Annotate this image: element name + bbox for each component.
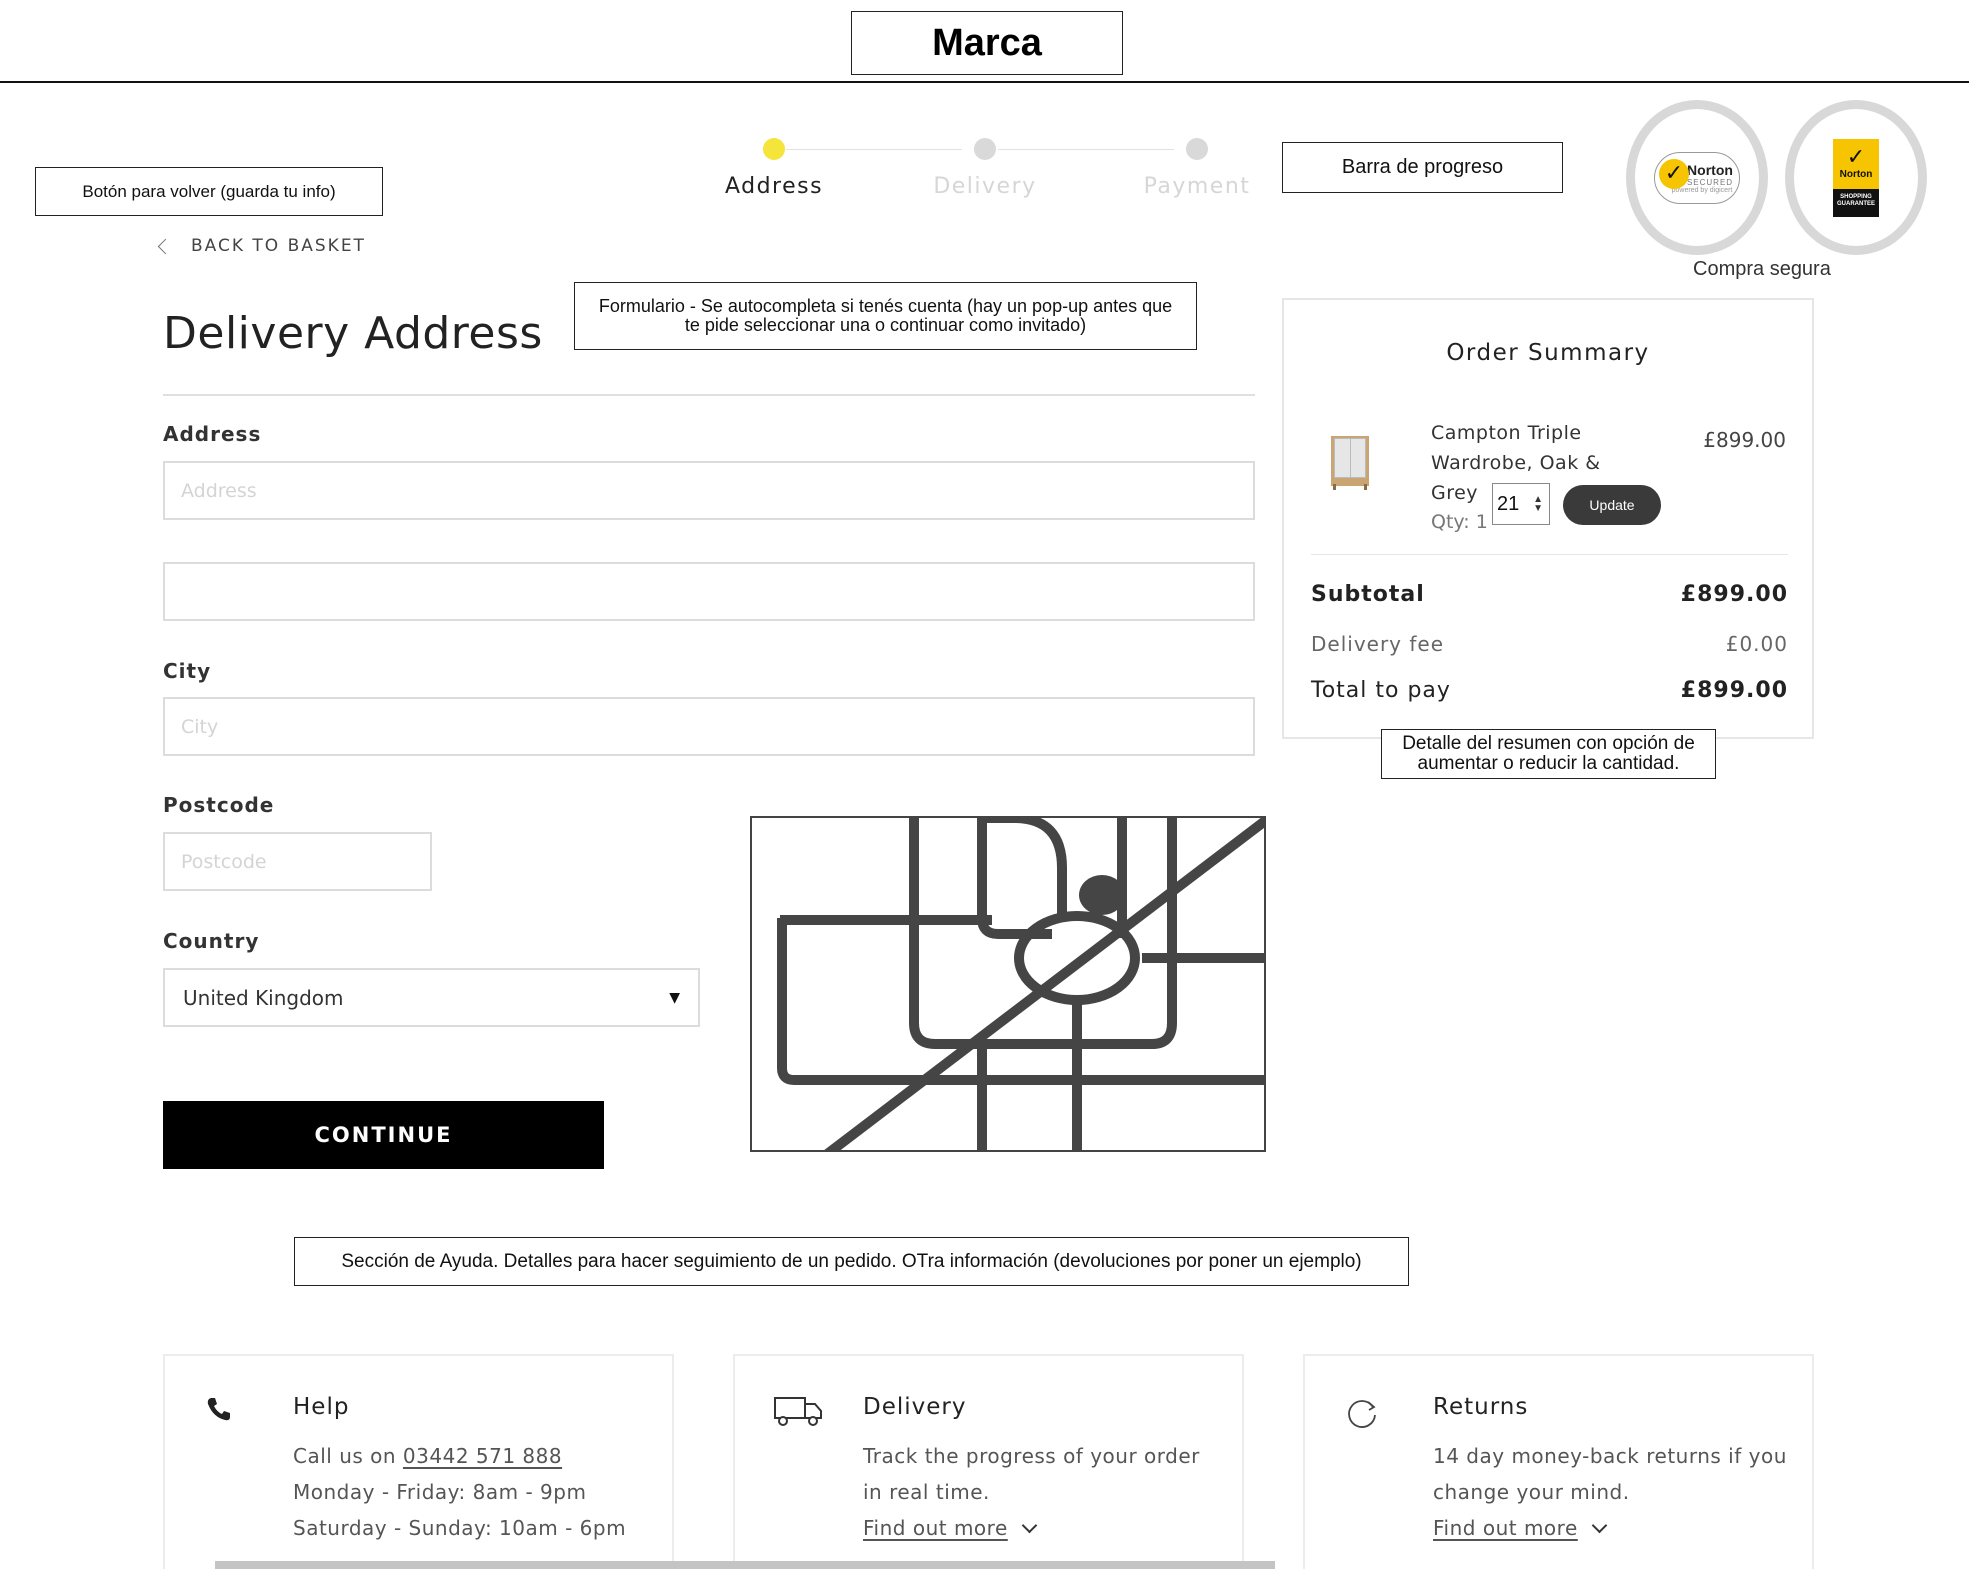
quantity-stepper[interactable]: 21 ▲ ▼	[1492, 483, 1550, 525]
delivery-find-out-more-link[interactable]: Find out more	[863, 1516, 1008, 1540]
product-price: £899.00	[1703, 428, 1786, 452]
continue-button[interactable]: CONTINUE	[163, 1101, 604, 1169]
progress-step-payment: Payment	[1132, 138, 1262, 199]
map-pin-icon	[1079, 875, 1125, 915]
map-widget[interactable]	[750, 816, 1266, 1152]
norton-guarantee-badge[interactable]: ✓ Norton SHOPPING GUARANTEE	[1785, 100, 1927, 255]
badge-name: Norton	[1839, 169, 1873, 180]
progress-dot	[1186, 138, 1208, 160]
product-thumbnail[interactable]	[1331, 436, 1369, 490]
progress-step-delivery: Delivery	[920, 138, 1050, 199]
back-to-basket-label: BACK TO BASKET	[191, 236, 366, 256]
form-divider	[163, 394, 1255, 396]
horizontal-scrollbar[interactable]	[215, 1561, 1275, 1569]
subtotal-label: Subtotal	[1311, 582, 1425, 607]
help-body: Call us on 03442 571 888 Monday - Friday…	[293, 1438, 653, 1546]
check-icon: ✓	[1659, 158, 1689, 189]
map-illustration	[777, 818, 1264, 1150]
header-divider	[0, 81, 1969, 83]
returns-body-text: 14 day money-back returns if you change …	[1433, 1444, 1787, 1504]
update-quantity-button[interactable]: Update	[1563, 485, 1661, 525]
subtotal-row: Subtotal £899.00	[1311, 582, 1788, 607]
badge-name: Norton	[1687, 161, 1733, 178]
progress-label: Payment	[1143, 174, 1251, 199]
back-to-basket-link[interactable]: BACK TO BASKET	[157, 236, 366, 256]
order-summary-title: Order Summary	[1446, 340, 1650, 366]
chevron-left-icon	[157, 238, 174, 255]
phone-icon	[207, 1398, 230, 1421]
annotation-form: Formulario - Se autocompleta si tenés cu…	[574, 282, 1197, 350]
returns-title: Returns	[1433, 1394, 1529, 1420]
page-title: Delivery Address	[163, 308, 543, 359]
total-value: £899.00	[1680, 678, 1788, 703]
progress-step-address: Address	[709, 138, 839, 199]
delivery-fee-label: Delivery fee	[1311, 632, 1445, 656]
delivery-title: Delivery	[863, 1394, 967, 1420]
returns-find-out-more-link[interactable]: Find out more	[1433, 1516, 1578, 1540]
city-label: City	[163, 659, 212, 683]
country-value: United Kingdom	[183, 985, 344, 1010]
chevron-down-icon[interactable]	[1591, 1517, 1608, 1534]
delivery-card: Delivery Track the progress of your orde…	[733, 1354, 1244, 1569]
delivery-fee-row: Delivery fee £0.00	[1311, 632, 1788, 656]
city-input[interactable]	[163, 697, 1255, 756]
summary-divider	[1311, 554, 1788, 555]
country-select[interactable]: United Kingdom ▼	[163, 968, 700, 1027]
truck-icon	[774, 1397, 822, 1426]
help-card: Help Call us on 03442 571 888 Monday - F…	[163, 1354, 674, 1569]
progress-label: Address	[724, 174, 824, 199]
progress-dot	[974, 138, 996, 160]
refresh-icon	[1348, 1400, 1376, 1428]
subtotal-value: £899.00	[1680, 582, 1788, 607]
spinner-icon[interactable]: ▲ ▼	[1533, 495, 1543, 514]
delivery-body: Track the progress of your order in real…	[863, 1438, 1223, 1546]
chevron-down-icon[interactable]	[1021, 1517, 1038, 1534]
total-row: Total to pay £899.00	[1311, 678, 1788, 703]
order-summary: Order Summary Campton Triple Wardrobe, O…	[1282, 298, 1814, 739]
check-icon: ✓	[1846, 145, 1866, 170]
norton-secured-badge[interactable]: ✓ Norton SECURED powered by digicert	[1626, 100, 1768, 255]
annotation-secure-purchase: Compra segura	[1693, 258, 1831, 280]
help-hours-weekend: Saturday - Sunday: 10am - 6pm	[293, 1516, 627, 1540]
address-line2-input[interactable]	[163, 562, 1255, 621]
postcode-input[interactable]	[163, 832, 432, 891]
help-call-prefix: Call us on	[293, 1444, 397, 1468]
address-line1-input[interactable]	[163, 461, 1255, 520]
badge-sub: SECURED	[1686, 177, 1734, 187]
annotation-progress-bar: Barra de progreso	[1282, 142, 1563, 193]
annotation-back-button: Botón para volver (guarda tu info)	[35, 167, 383, 216]
delivery-fee-value: £0.00	[1725, 632, 1788, 656]
annotation-summary-detail: Detalle del resumen con opción de aument…	[1381, 729, 1716, 779]
progress-label: Delivery	[933, 174, 1037, 199]
quantity-value: 21	[1497, 492, 1520, 515]
progress-dot	[763, 138, 785, 160]
postcode-label: Postcode	[163, 793, 275, 817]
badge-powered: powered by digicert	[1671, 186, 1733, 194]
help-title: Help	[293, 1394, 350, 1420]
delivery-body-text: Track the progress of your order in real…	[863, 1444, 1200, 1504]
help-hours-week: Monday - Friday: 8am - 9pm	[293, 1480, 587, 1504]
brand-logo[interactable]: Marca	[851, 11, 1123, 75]
country-label: Country	[163, 929, 260, 953]
address-label: Address	[163, 422, 262, 446]
badge-sub: SHOPPING GUARANTEE	[1836, 193, 1875, 207]
total-label: Total to pay	[1311, 678, 1451, 703]
help-phone-link[interactable]: 03442 571 888	[403, 1444, 562, 1468]
returns-body: 14 day money-back returns if you change …	[1433, 1438, 1793, 1546]
returns-card: Returns 14 day money-back returns if you…	[1303, 1354, 1814, 1569]
product-qty: Qty: 1	[1431, 511, 1488, 533]
caret-down-icon: ▼	[669, 989, 680, 1006]
annotation-help-section: Sección de Ayuda. Detalles para hacer se…	[294, 1237, 1409, 1286]
